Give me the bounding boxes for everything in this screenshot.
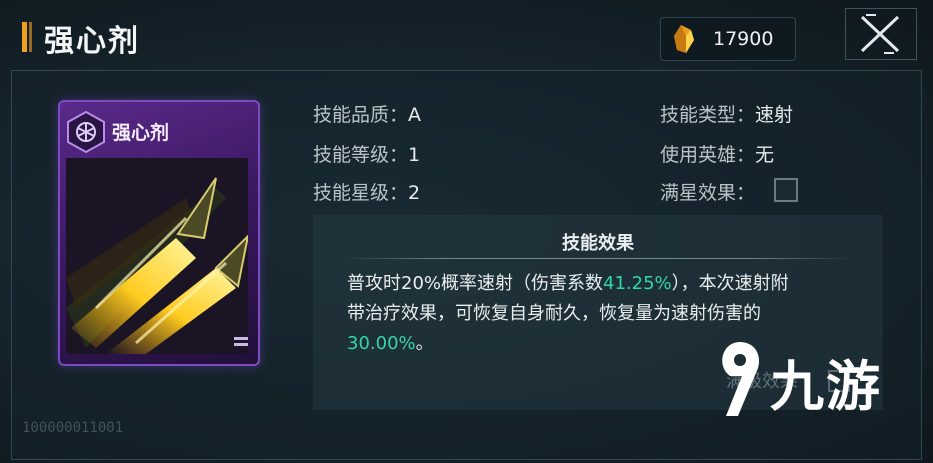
title-accent-bar-secondary [29,22,32,52]
attr-quality-value: A [408,104,422,126]
close-icon [860,14,900,54]
effect-text-part: 带治疗效果，可恢复自身耐久，恢复量为速射伤害的 [347,303,761,324]
stack-icon [234,337,248,346]
header-bar: 强心剂 17900 [0,0,933,66]
skill-card: 强心剂 [58,100,260,366]
page-title: 强心剂 [44,24,140,59]
attr-hero: 使用英雄：无 [660,140,774,167]
bottom-code: 100000011001 [22,420,124,436]
attr-star-value: 2 [408,182,421,204]
attr-level-value: 1 [408,144,421,166]
attr-maxstar: 满星效果： [660,178,755,205]
card-name: 强心剂 [112,122,170,144]
nine-game-logo-icon [722,342,760,416]
effect-text-part: ），本次速射附 [671,273,789,294]
attr-hero-value: 无 [755,144,775,166]
effect-text-part: 普攻时20%概率速射（伤害系数 [347,273,604,294]
attr-type-label: 技能类型： [660,104,756,126]
effect-text-part: 。 [415,333,434,354]
attr-type: 技能类型：速射 [660,100,793,127]
attr-star-label: 技能星级： [313,182,409,204]
maxstar-checkbox[interactable] [774,178,798,202]
currency-value: 17900 [713,28,774,50]
attr-level: 技能等级：1 [313,140,420,167]
currency-display: 17900 [660,17,796,61]
crystal-icon [674,25,694,53]
effect-highlight-value: 41.25% [603,273,672,294]
attr-star: 技能星级：2 [313,178,420,205]
effect-highlight-value: 30.00% [347,333,416,354]
title-accent-bar [22,22,27,52]
effect-title: 技能效果 [562,233,634,254]
attr-type-value: 速射 [755,104,794,126]
watermark-text: 九游 [770,355,882,418]
attr-hero-label: 使用英雄： [660,144,756,166]
watermark-logo: 九游 [712,336,898,428]
close-button[interactable] [845,8,917,60]
effect-divider [343,258,853,259]
skill-hex-icon [67,110,105,154]
attr-quality: 技能品质：A [313,100,421,127]
attr-level-label: 技能等级： [313,144,409,166]
attr-quality-label: 技能品质： [313,104,409,126]
attr-maxstar-label: 满星效果： [660,182,756,204]
rockets-art [66,158,248,354]
